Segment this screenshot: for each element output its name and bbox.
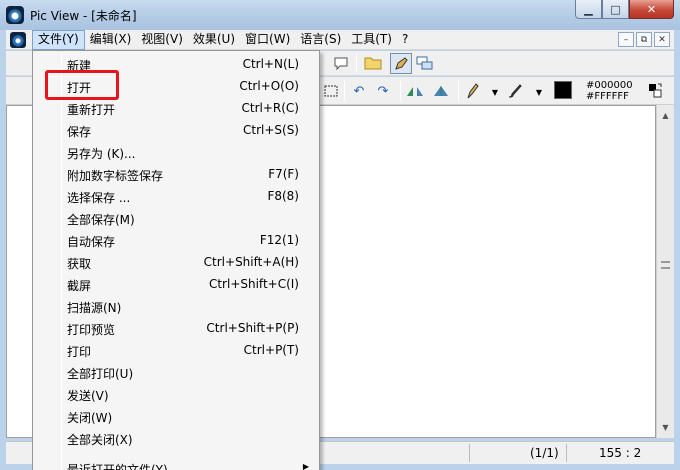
menu-help[interactable]: ? — [397, 30, 413, 50]
window-controls: ▁ □ ✕ — [575, 0, 674, 19]
toolbar-separator — [356, 53, 357, 73]
document-eye-icon[interactable] — [10, 32, 26, 48]
pencil-icon[interactable] — [390, 53, 412, 74]
menu-item-select-save[interactable]: 选择保存 ... F8(8) — [35, 185, 317, 207]
status-divider — [566, 444, 567, 462]
swap-colors-icon[interactable] — [646, 82, 664, 100]
menu-item-save-all[interactable]: 全部保存(M) — [35, 207, 317, 229]
highlight-box — [45, 70, 119, 100]
scroll-down-arrow-icon[interactable]: ▼ — [657, 419, 674, 436]
menu-item-shortcut: F12(1) — [259, 233, 299, 247]
menu-item-shortcut: Ctrl+Shift+P(P) — [206, 321, 299, 335]
title-bar[interactable]: Pic View - [未命名] ▁ □ ✕ — [0, 0, 680, 30]
menu-item-save[interactable]: 保存 Ctrl+S(S) — [35, 119, 317, 141]
mdi-minimize-button[interactable]: – — [618, 32, 634, 47]
menu-item-label: 打印预览 — [67, 323, 116, 337]
mdi-close-button[interactable]: ✕ — [654, 32, 670, 47]
menu-language[interactable]: 语言(S) — [295, 30, 346, 50]
status-ratio: 155 : 2 — [599, 446, 642, 460]
menu-item-print-all[interactable]: 全部打印(U) — [35, 361, 317, 383]
menu-item-label: 选择保存 ... — [67, 191, 131, 205]
menu-item-label: 最近打开的文件(Y) — [67, 463, 168, 470]
menu-item-label: 关闭(W) — [67, 411, 113, 425]
menu-item-label: 发送(V) — [67, 389, 109, 403]
menu-item-label: 全部打印(U) — [67, 367, 134, 381]
mdi-restore-button[interactable]: ⧉ — [636, 32, 652, 47]
menu-item-shortcut: F7(F) — [268, 167, 299, 181]
undo-icon[interactable]: ↶ — [350, 82, 368, 100]
select-rect-icon[interactable] — [322, 82, 340, 100]
menu-item-shortcut: Ctrl+S(S) — [242, 123, 299, 137]
menu-item-label: 全部保存(M) — [67, 213, 135, 227]
flip-icon[interactable] — [406, 82, 424, 100]
maximize-button[interactable]: □ — [602, 0, 629, 19]
file-menu-dropdown: 新建 Ctrl+N(L) 打开 Ctrl+O(O) 重新打开 Ctrl+R(C) 保存 Ctr… — [32, 50, 320, 470]
menu-item-label: 打印 — [67, 345, 92, 359]
menu-item-label: 获取 — [67, 257, 92, 271]
secondary-color-code: #FFFFFF — [586, 91, 629, 102]
menu-item-reopen[interactable]: 重新打开 Ctrl+R(C) — [35, 97, 317, 119]
menu-view[interactable]: 视图(V) — [136, 30, 188, 50]
menu-item-shortcut: Ctrl+Shift+C(I) — [208, 277, 299, 291]
menu-item-save-with-number[interactable]: 附加数字标签保存 F7(F) — [35, 163, 317, 185]
mdi-controls: – ⧉ ✕ — [618, 32, 670, 47]
scroll-grip[interactable] — [661, 261, 670, 269]
rotate-icon[interactable] — [432, 82, 450, 100]
window-title: Pic View - [未命名] — [30, 9, 137, 23]
menu-item-close-all[interactable]: 全部关闭(X) — [35, 427, 317, 449]
menu-item-label: 保存 — [67, 125, 92, 139]
color-codes: #000000 #FFFFFF — [586, 80, 633, 102]
menu-item-shortcut: Ctrl+N(L) — [242, 57, 299, 71]
menu-item-label: 重新打开 — [67, 103, 116, 117]
menu-item-scan-source[interactable]: 扫描源(N) — [35, 295, 317, 317]
menu-item-send[interactable]: 发送(V) — [35, 383, 317, 405]
brush-dropdown-icon[interactable]: ▼ — [530, 83, 548, 101]
menu-item-auto-save[interactable]: 自动保存 F12(1) — [35, 229, 317, 251]
menu-file[interactable]: 文件(Y) — [32, 30, 85, 50]
menu-item-label: 全部关闭(X) — [67, 433, 133, 447]
scroll-up-arrow-icon[interactable]: ▲ — [657, 107, 674, 124]
menu-item-shortcut: F8(8) — [267, 189, 299, 203]
menu-item-close[interactable]: 关闭(W) — [35, 405, 317, 427]
menu-item-recent-files[interactable]: 最近打开的文件(Y) ▶ — [35, 457, 317, 470]
toolbar-separator — [344, 81, 345, 101]
menu-window[interactable]: 窗口(W) — [240, 30, 295, 50]
folder-icon[interactable] — [364, 54, 382, 72]
menu-item-label: 扫描源(N) — [67, 301, 122, 315]
pen-dropdown-icon[interactable]: ▼ — [486, 83, 504, 101]
menu-item-label: 另存为 (K)... — [67, 147, 136, 161]
menu-item-shortcut: Ctrl+Shift+A(H) — [203, 255, 299, 269]
menu-item-shortcut: Ctrl+O(O) — [239, 79, 299, 93]
primary-color-code: #000000 — [586, 80, 633, 91]
close-button[interactable]: ✕ — [629, 0, 674, 19]
vertical-scrollbar[interactable]: ▲ ▼ — [656, 105, 674, 438]
comment-icon[interactable] — [332, 54, 350, 72]
menu-tools[interactable]: 工具(T) — [346, 30, 397, 50]
menu-item-print-preview[interactable]: 打印预览 Ctrl+Shift+P(P) — [35, 317, 317, 339]
toolbar-separator — [458, 81, 459, 101]
window-icon[interactable] — [416, 54, 434, 72]
app-eye-icon — [6, 6, 24, 24]
pen-icon[interactable] — [464, 82, 482, 100]
menu-item-shortcut: Ctrl+P(T) — [243, 343, 299, 357]
menu-item-label: 自动保存 — [67, 235, 116, 249]
minimize-button[interactable]: ▁ — [575, 0, 602, 19]
primary-color-swatch[interactable] — [554, 81, 572, 99]
submenu-arrow-icon: ▶ — [302, 462, 309, 470]
menu-item-print[interactable]: 打印 Ctrl+P(T) — [35, 339, 317, 361]
menu-item-label: 附加数字标签保存 — [67, 169, 164, 183]
brush-icon[interactable] — [506, 82, 524, 100]
menu-edit[interactable]: 编辑(X) — [85, 30, 137, 50]
menu-effects[interactable]: 效果(U) — [188, 30, 240, 50]
menu-item-acquire[interactable]: 获取 Ctrl+Shift+A(H) — [35, 251, 317, 273]
menu-item-save-as[interactable]: 另存为 (K)... — [35, 141, 317, 163]
menu-item-shortcut: Ctrl+R(C) — [241, 101, 300, 115]
toolbar-separator — [400, 81, 401, 101]
menu-bar: 文件(Y) 编辑(X) 视图(V) 效果(U) 窗口(W) 语言(S) 工具(T… — [6, 30, 674, 50]
redo-icon[interactable]: ↷ — [374, 82, 392, 100]
menu-item-label: 截屏 — [67, 279, 92, 293]
menu-item-screenshot[interactable]: 截屏 Ctrl+Shift+C(I) — [35, 273, 317, 295]
status-page: (1/1) — [530, 446, 559, 460]
status-divider — [469, 444, 470, 462]
